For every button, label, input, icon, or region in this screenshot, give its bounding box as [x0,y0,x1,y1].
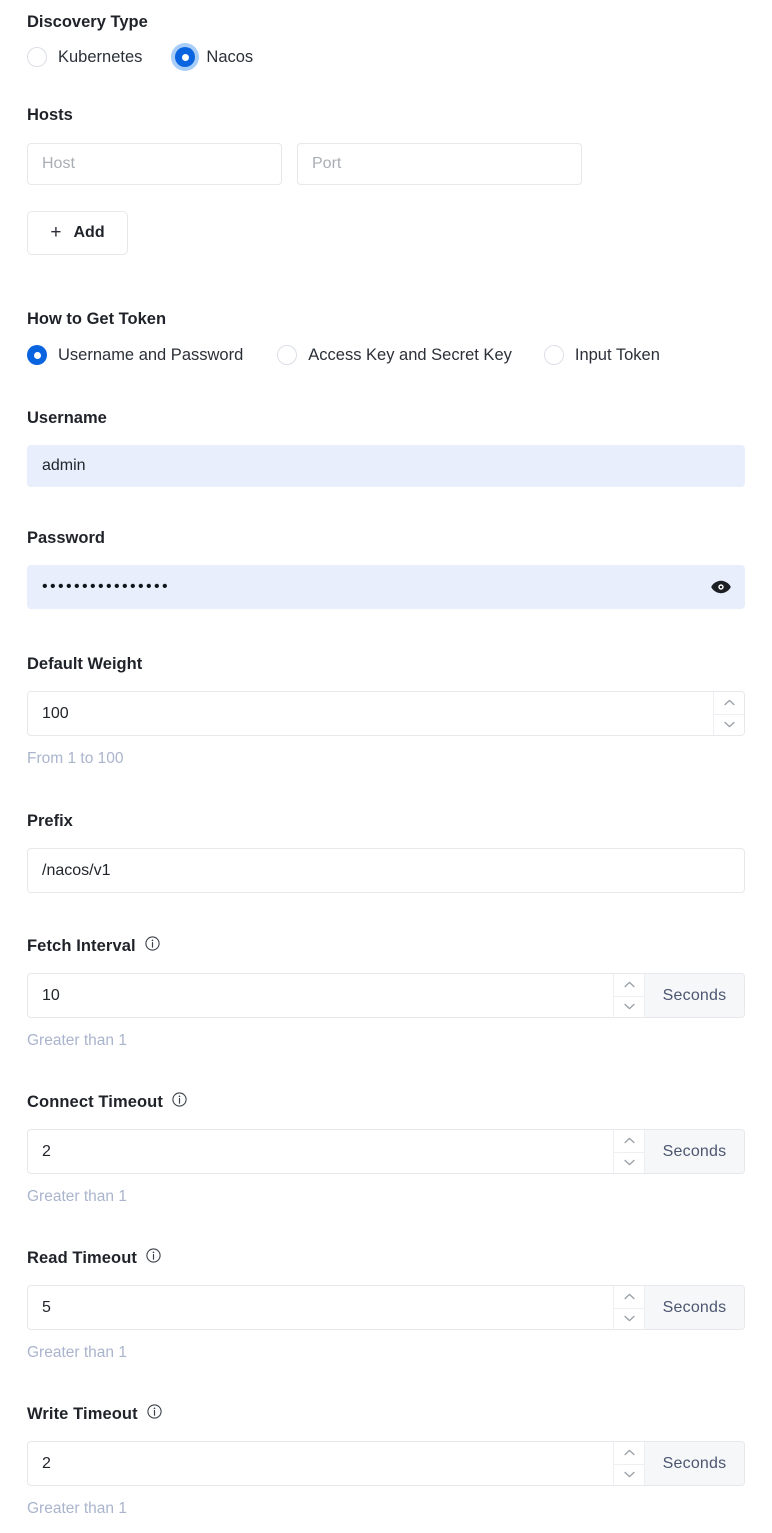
fetch-interval-decrement-button[interactable] [614,995,644,1017]
connect-timeout-input-wrap: Seconds [27,1129,745,1174]
add-host-row: + Add [27,211,745,255]
fetch-interval-input[interactable] [28,974,613,1017]
default-weight-stepper[interactable] [713,692,744,735]
default-weight-input[interactable] [28,692,713,735]
eye-icon[interactable] [710,576,732,598]
fetch-interval-input-wrap: Seconds [27,973,745,1018]
connect-timeout-helper: Greater than 1 [27,1188,127,1205]
write-timeout-label: Write Timeout [27,1405,138,1423]
read-timeout-stepper[interactable] [613,1286,644,1329]
username-input-wrap [27,445,745,487]
fetch-interval-field: Fetch Interval Seconds Greater [27,935,745,1051]
radio-username-password-label: Username and Password [58,346,244,364]
radio-input-token-label: Input Token [574,346,660,364]
port-cell [297,143,582,185]
connect-timeout-input[interactable] [28,1130,613,1173]
radio-access-secret-key-indicator[interactable] [277,345,298,365]
discovery-type-field: Discovery Type Kubernetes Nacos [27,0,745,67]
info-icon[interactable] [146,1247,161,1263]
connect-timeout-field: Connect Timeout Seconds Greater [27,1091,745,1207]
connect-timeout-unit: Seconds [644,1130,744,1173]
write-timeout-helper: Greater than 1 [27,1500,127,1517]
fetch-interval-increment-button[interactable] [614,974,644,996]
fetch-interval-label-row: Fetch Interval [27,935,745,957]
connect-timeout-increment-button[interactable] [614,1130,644,1152]
info-icon[interactable] [147,1403,162,1419]
write-timeout-input-wrap: Seconds [27,1441,745,1486]
read-timeout-unit: Seconds [644,1286,744,1329]
connect-timeout-decrement-button[interactable] [614,1151,644,1173]
radio-kubernetes-indicator[interactable] [27,47,47,67]
host-cell [27,143,282,185]
default-weight-label: Default Weight [27,655,143,673]
write-timeout-field: Write Timeout Seconds Greater t [27,1403,745,1519]
password-label: Password [27,529,105,547]
read-timeout-helper: Greater than 1 [27,1344,127,1361]
port-input[interactable] [297,143,582,185]
password-input-wrap: •••••••••••••••• [27,565,745,609]
write-timeout-unit: Seconds [644,1442,744,1485]
default-weight-field: Default Weight From 1 to 100 [27,653,745,769]
plus-icon: + [50,221,62,243]
radio-input-token[interactable]: Input Token [543,345,660,365]
radio-username-password-indicator[interactable] [27,345,47,365]
radio-username-password[interactable]: Username and Password [27,345,243,365]
discovery-type-label: Discovery Type [27,13,148,31]
default-weight-input-wrap [27,691,745,736]
write-timeout-stepper[interactable] [613,1442,644,1485]
username-field: Username [27,407,745,487]
radio-access-secret-key-label: Access Key and Secret Key [308,346,512,364]
radio-kubernetes-label: Kubernetes [58,48,143,66]
hosts-label: Hosts [27,106,73,124]
read-timeout-label: Read Timeout [27,1249,137,1267]
info-icon[interactable] [145,935,160,951]
token-method-radio-group[interactable]: Username and Password Access Key and Sec… [27,345,745,365]
connect-timeout-stepper[interactable] [613,1130,644,1173]
token-method-label: How to Get Token [27,310,167,328]
password-input[interactable]: •••••••••••••••• [27,565,745,609]
connect-timeout-label-row: Connect Timeout [27,1091,745,1113]
radio-nacos-label: Nacos [206,48,254,66]
radio-input-token-indicator[interactable] [543,345,564,365]
hosts-field: Hosts + Add [27,104,745,255]
default-weight-helper: From 1 to 100 [27,750,124,767]
write-timeout-label-row: Write Timeout [27,1403,745,1425]
write-timeout-decrement-button[interactable] [614,1463,644,1485]
radio-kubernetes[interactable]: Kubernetes [27,47,142,67]
hosts-row [27,143,745,185]
read-timeout-input[interactable] [28,1286,613,1329]
fetch-interval-unit: Seconds [644,974,744,1017]
write-timeout-increment-button[interactable] [614,1442,644,1464]
read-timeout-decrement-button[interactable] [614,1307,644,1329]
prefix-field: Prefix [27,810,745,893]
radio-nacos[interactable]: Nacos [175,47,253,67]
discovery-type-radio-group[interactable]: Kubernetes Nacos [27,47,745,67]
write-timeout-input[interactable] [28,1442,613,1485]
read-timeout-label-row: Read Timeout [27,1247,745,1269]
read-timeout-field: Read Timeout Seconds Greater th [27,1247,745,1363]
default-weight-decrement-button[interactable] [714,713,744,735]
fetch-interval-helper: Greater than 1 [27,1032,127,1049]
host-input[interactable] [27,143,282,185]
password-field: Password •••••••••••••••• [27,527,745,609]
radio-access-secret-key[interactable]: Access Key and Secret Key [277,345,512,365]
read-timeout-increment-button[interactable] [614,1286,644,1308]
prefix-label: Prefix [27,812,73,830]
prefix-input-wrap [27,848,745,893]
nacos-discovery-form: Discovery Type Kubernetes Nacos Hosts Ho… [0,0,772,1533]
fetch-interval-stepper[interactable] [613,974,644,1017]
default-weight-increment-button[interactable] [714,692,744,714]
radio-nacos-indicator[interactable] [175,47,196,67]
token-method-field: How to Get Token Username and Password A… [27,308,745,365]
username-input[interactable] [27,445,745,487]
add-host-button-label: Add [73,224,105,241]
prefix-input[interactable] [27,848,745,893]
read-timeout-input-wrap: Seconds [27,1285,745,1330]
connect-timeout-label: Connect Timeout [27,1093,163,1111]
info-icon[interactable] [172,1091,187,1107]
add-host-button[interactable]: + Add [27,211,128,255]
fetch-interval-label: Fetch Interval [27,937,136,955]
username-label: Username [27,409,107,427]
